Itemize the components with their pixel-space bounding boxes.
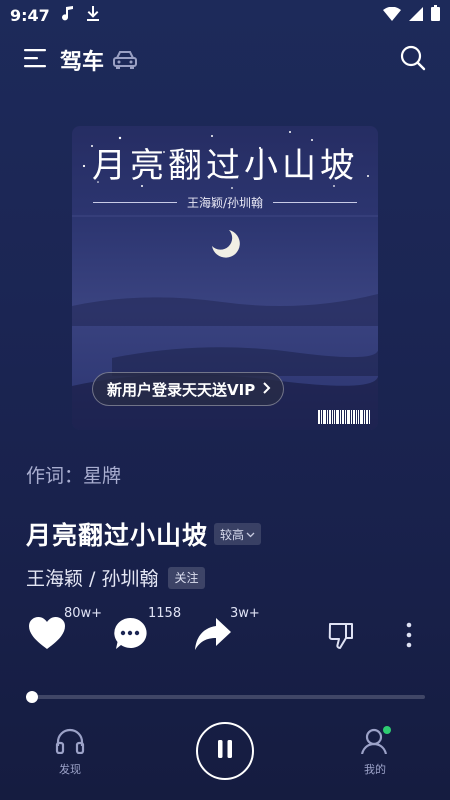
comment-count: 1158: [148, 606, 182, 621]
album-cover[interactable]: 月亮翻过小山坡 王海颖/孙圳翰 新用户登录天天送VIP: [72, 126, 378, 430]
chevron-right-icon: [263, 380, 271, 398]
moon-icon: [212, 230, 240, 258]
quality-label: 较高: [220, 527, 245, 542]
more-options-icon[interactable]: [406, 622, 412, 652]
lyricist-line: 作词：星牌: [26, 465, 122, 487]
nav-discover-label: 发现: [59, 763, 81, 776]
follow-button[interactable]: 关注: [168, 566, 205, 589]
artist-row: 王海颖 / 孙圳翰 关注: [26, 564, 205, 591]
nav-mine-label: 我的: [364, 763, 386, 776]
vip-banner-text: 新用户登录天天送VIP: [107, 380, 256, 399]
quality-selector[interactable]: 较高: [214, 523, 262, 545]
bottom-nav: 发现 我的: [0, 718, 450, 800]
pause-button[interactable]: [196, 722, 254, 780]
action-row: 80w+ 1158 3w+: [0, 606, 450, 666]
comment-icon[interactable]: [112, 616, 148, 656]
notification-dot: [383, 726, 391, 734]
status-time: 9:47: [10, 5, 50, 25]
profile-icon: [360, 726, 391, 757]
like-count: 80w+: [64, 606, 103, 621]
progress-bar[interactable]: [26, 691, 425, 703]
pause-icon: [217, 739, 233, 763]
song-title: 月亮翻过小山坡: [26, 521, 209, 550]
vip-banner[interactable]: 新用户登录天天送VIP: [92, 372, 285, 406]
headphones-icon: [55, 728, 85, 757]
chevron-down-icon: [246, 527, 255, 541]
nav-discover[interactable]: 发现: [55, 728, 85, 777]
music-note-icon: [61, 5, 74, 25]
dislike-icon[interactable]: [328, 622, 354, 654]
status-bar: 9:47: [0, 0, 450, 30]
progress-knob[interactable]: [26, 691, 38, 703]
page-title: 驾车: [60, 50, 105, 75]
artist-name[interactable]: 王海颖 / 孙圳翰: [26, 564, 158, 591]
song-title-row: 月亮翻过小山坡 较高: [26, 516, 262, 552]
share-icon[interactable]: [194, 616, 232, 656]
search-icon[interactable]: [400, 45, 426, 75]
car-icon: [112, 50, 138, 70]
cover-artists-text: 王海颖/孙圳翰: [186, 196, 264, 210]
menu-icon[interactable]: [24, 48, 48, 72]
divider-line: [92, 202, 177, 203]
download-icon: [86, 5, 100, 25]
nav-mine[interactable]: 我的: [360, 726, 391, 777]
cover-artists: 王海颖/孙圳翰: [72, 194, 378, 211]
wifi-icon: [383, 6, 401, 25]
share-count: 3w+: [230, 606, 260, 621]
cover-title: 月亮翻过小山坡: [92, 146, 358, 186]
battery-icon: [431, 5, 440, 25]
top-bar: 驾车: [0, 40, 450, 80]
barcode-decoration: [318, 410, 370, 424]
signal-icon: [409, 6, 423, 25]
divider-line: [273, 202, 358, 203]
like-icon[interactable]: [28, 616, 66, 654]
